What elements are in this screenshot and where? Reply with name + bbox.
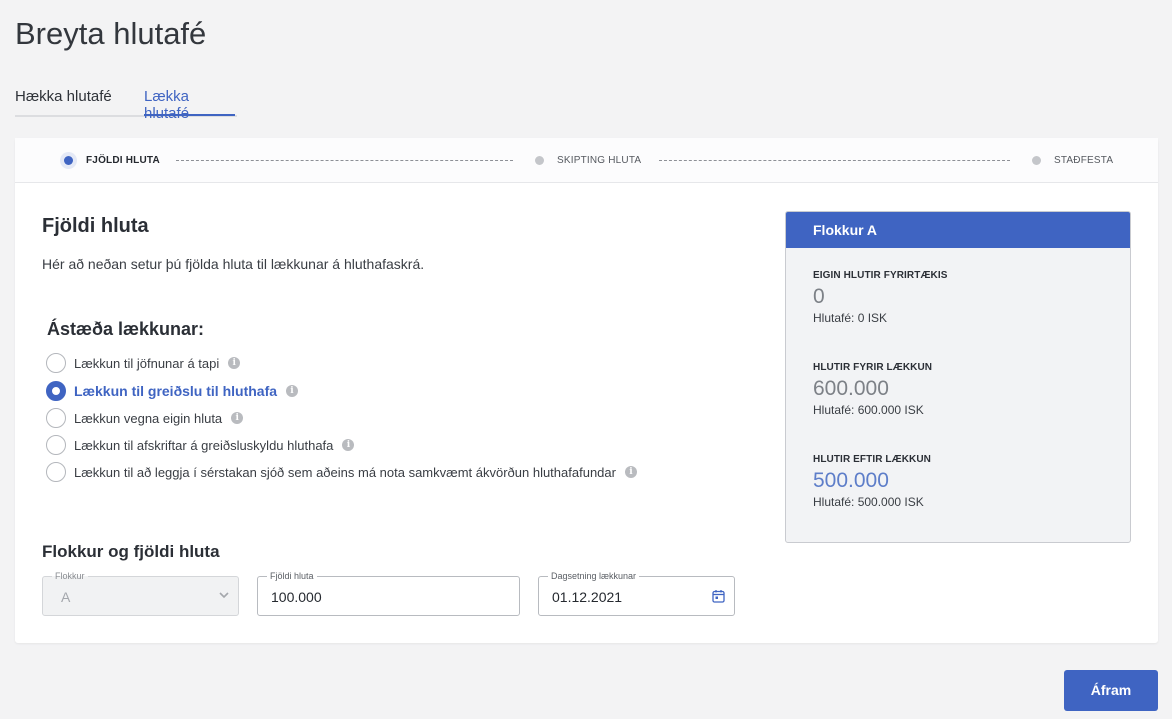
summary-value: 500.000 xyxy=(813,469,889,492)
summary-sub: Hlutafé: 500.000 ISK xyxy=(813,495,924,509)
radio-reason-loss-offset[interactable]: Lækkun til jöfnunar á tapi i xyxy=(46,352,241,374)
radio-button[interactable] xyxy=(46,408,66,428)
summary-label: HLUTIR FYRIR LÆKKUN xyxy=(813,362,933,373)
step-dot-active xyxy=(64,155,73,165)
step-label: SKIPTING HLUTA xyxy=(557,154,642,166)
summary-value: 0 xyxy=(813,285,825,308)
step-label: FJÖLDI HLUTA xyxy=(86,154,160,166)
field-legend: Flokkur xyxy=(52,570,88,582)
info-icon[interactable]: i xyxy=(342,439,355,451)
radio-button[interactable] xyxy=(46,462,66,482)
class-select[interactable]: Flokkur A xyxy=(42,570,239,616)
radio-button-selected[interactable] xyxy=(46,381,66,401)
chevron-down-icon xyxy=(219,592,229,599)
radio-reason-special-fund[interactable]: Lækkun til að leggja í sérstakan sjóð se… xyxy=(46,461,637,483)
step-number-of-shares: FJÖLDI HLUTA xyxy=(64,153,160,167)
tab-bar: Hækka hlutafé Lækka hlutafé xyxy=(15,88,237,122)
summary-sub: Hlutafé: 600.000 ISK xyxy=(813,403,924,417)
radio-reason-own-shares[interactable]: Lækkun vegna eigin hluta i xyxy=(46,407,244,429)
info-icon[interactable]: i xyxy=(286,385,299,397)
radio-reason-write-off[interactable]: Lækkun til afskriftar á greiðsluskyldu h… xyxy=(46,434,355,456)
radio-reason-payment-to-shareholders[interactable]: Lækkun til greiðslu til hluthafa i xyxy=(46,380,299,402)
step-confirm: STAÐFESTA xyxy=(1032,153,1113,167)
summary-value: 600.000 xyxy=(813,377,889,400)
field-value: 01.12.2021 xyxy=(552,589,623,605)
calendar-icon[interactable] xyxy=(712,589,725,603)
step-connector xyxy=(659,160,1010,161)
page-title: Breyta hlutafé xyxy=(15,16,207,51)
date-input[interactable]: Dagsetning lækkunar 01.12.2021 xyxy=(538,570,735,616)
radio-label: Lækkun til jöfnunar á tapi xyxy=(74,355,220,371)
radio-button[interactable] xyxy=(46,353,66,373)
stepper: FJÖLDI HLUTA SKIPTING HLUTA STAÐFESTA xyxy=(15,138,1158,183)
summary-sub: Hlutafé: 0 ISK xyxy=(813,311,888,325)
step-share-allocation: SKIPTING HLUTA xyxy=(535,153,641,167)
radio-label: Lækkun til greiðslu til hluthafa xyxy=(74,383,278,399)
step-dot xyxy=(535,155,544,165)
fields-title: Flokkur og fjöldi hluta xyxy=(42,542,220,561)
summary-shares-after: HLUTIR EFTIR LÆKKUN 500.000 Hlutafé: 500… xyxy=(813,454,931,509)
summary-label: EIGIN HLUTIR FYRIRTÆKIS xyxy=(813,270,948,281)
info-icon[interactable]: i xyxy=(624,466,637,478)
radio-button[interactable] xyxy=(46,435,66,455)
step-label: STAÐFESTA xyxy=(1054,154,1114,166)
summary-panel: Flokkur A EIGIN HLUTIR FYRIRTÆKIS 0 Hlut… xyxy=(785,211,1131,543)
summary-shares-before: HLUTIR FYRIR LÆKKUN 600.000 Hlutafé: 600… xyxy=(813,362,932,417)
field-legend: Dagsetning lækkunar xyxy=(548,570,640,582)
radio-label: Lækkun til afskriftar á greiðsluskyldu h… xyxy=(74,437,334,453)
summary-header: Flokkur A xyxy=(786,212,1130,248)
share-count-input[interactable]: Fjöldi hluta 100.000 xyxy=(257,570,520,616)
reason-title: Ástæða lækkunar: xyxy=(47,319,205,339)
section-description: Hér að neðan setur þú fjölda hluta til l… xyxy=(42,256,425,272)
summary-own-shares: EIGIN HLUTIR FYRIRTÆKIS 0 Hlutafé: 0 ISK xyxy=(813,270,948,325)
summary-label: HLUTIR EFTIR LÆKKUN xyxy=(813,454,931,465)
main-card: FJÖLDI HLUTA SKIPTING HLUTA STAÐFESTA Fj… xyxy=(15,138,1158,643)
field-value: A xyxy=(61,589,71,605)
section-title: Fjöldi hluta xyxy=(42,215,149,237)
tab-increase-share-capital[interactable]: Hækka hlutafé xyxy=(15,88,112,105)
active-tab-indicator xyxy=(144,114,235,116)
step-connector xyxy=(176,160,513,161)
continue-button[interactable]: Áfram xyxy=(1064,670,1158,711)
tab-decrease-share-capital[interactable]: Lækka hlutafé xyxy=(144,88,237,122)
field-value: 100.000 xyxy=(271,589,322,605)
field-legend: Fjöldi hluta xyxy=(267,570,317,582)
step-dot xyxy=(1032,155,1041,165)
info-icon[interactable]: i xyxy=(228,357,241,369)
radio-label: Lækkun vegna eigin hluta xyxy=(74,410,223,426)
info-icon[interactable]: i xyxy=(231,412,244,424)
radio-label: Lækkun til að leggja í sérstakan sjóð se… xyxy=(74,464,616,480)
